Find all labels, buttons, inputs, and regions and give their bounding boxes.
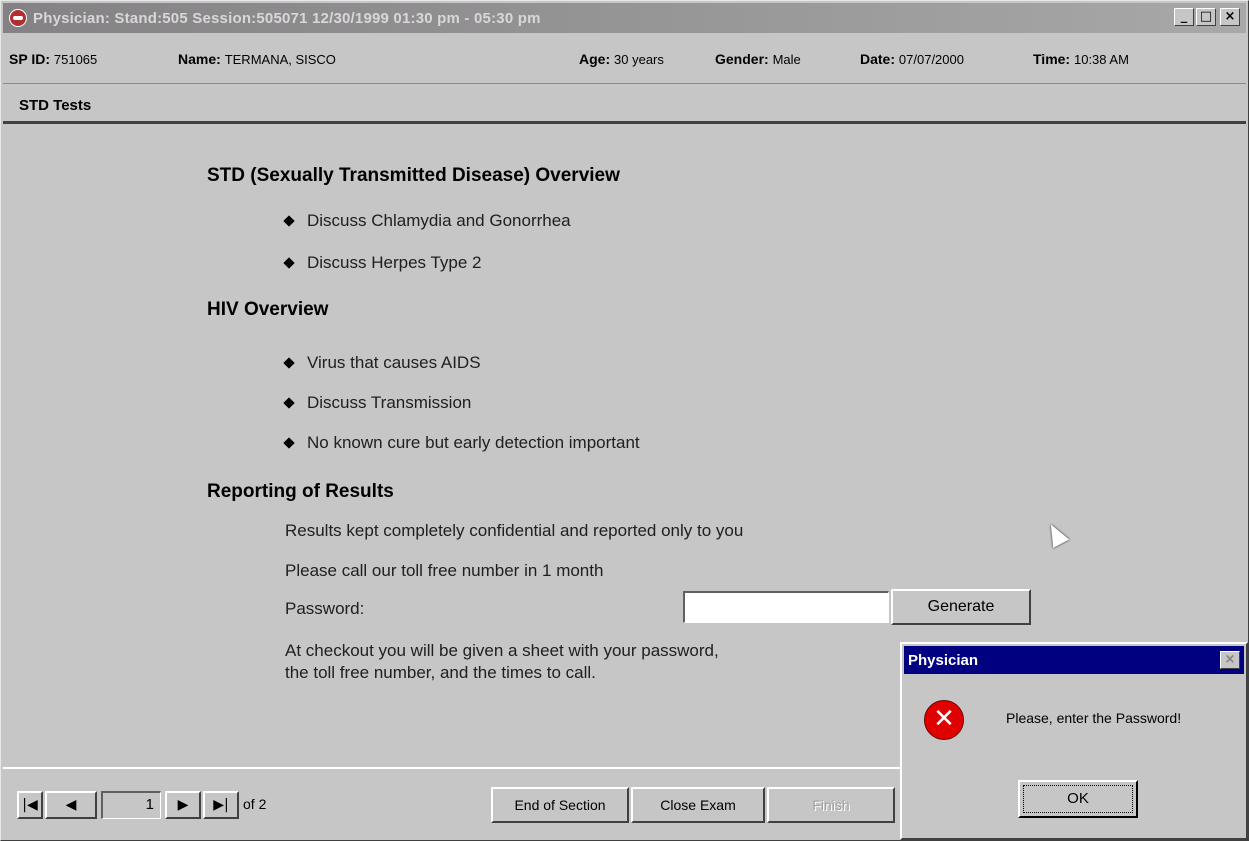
date-label: Date:	[860, 51, 896, 67]
bullet-icon	[283, 397, 295, 409]
finish-button[interactable]: Finish	[767, 787, 895, 823]
checkout-text-1: At checkout you will be given a sheet wi…	[285, 641, 719, 660]
minimize-button[interactable]: _	[1174, 8, 1194, 26]
sp-id-value: 751065	[53, 52, 98, 67]
window-controls: _ □ ×	[1174, 8, 1240, 26]
list-item-text: Discuss Chlamydia and Gonorrhea	[307, 211, 571, 230]
password-label: Password:	[285, 599, 365, 618]
page-count: of 2	[243, 796, 267, 812]
checkout-text-2: the toll free number, and the times to c…	[285, 663, 596, 682]
time-value: 10:38 AM	[1073, 52, 1129, 67]
list-item: Virus that causes AIDS	[283, 353, 481, 373]
age-label: Age:	[579, 51, 611, 67]
next-page-button[interactable]: ▶	[165, 791, 201, 819]
date-field: Date: 07/07/2000	[860, 51, 964, 67]
name-field: Name: TERMANA, SISCO	[178, 51, 336, 67]
close-exam-button[interactable]: Close Exam	[631, 787, 765, 823]
title-bar[interactable]: Physician: Stand:505 Session:505071 12/3…	[3, 3, 1246, 33]
generate-button[interactable]: Generate	[891, 589, 1031, 625]
page-number-field[interactable]: 1	[101, 791, 161, 819]
bullet-icon	[283, 357, 295, 369]
ok-button[interactable]: OK	[1018, 780, 1138, 818]
std-heading: STD (Sexually Transmitted Disease) Overv…	[207, 165, 620, 186]
list-item: Discuss Herpes Type 2	[283, 253, 482, 273]
list-item-text: Discuss Transmission	[307, 393, 472, 412]
last-page-button[interactable]: ▶|	[203, 791, 239, 819]
reporting-text-2: Please call our toll free number in 1 mo…	[285, 561, 604, 580]
maximize-button[interactable]: □	[1196, 8, 1216, 26]
time-field: Time: 10:38 AM	[1033, 51, 1129, 67]
app-icon	[9, 9, 27, 27]
section-title: STD Tests	[19, 97, 92, 114]
list-item-text: No known cure but early detection import…	[307, 433, 640, 452]
end-of-section-button[interactable]: End of Section	[491, 787, 629, 823]
list-item-text: Virus that causes AIDS	[307, 353, 481, 372]
first-page-button[interactable]: |◀	[17, 791, 43, 819]
reporting-heading: Reporting of Results	[207, 481, 394, 502]
list-item: Discuss Transmission	[283, 393, 472, 413]
bullet-icon	[283, 215, 295, 227]
time-label: Time:	[1033, 51, 1071, 67]
dialog-close-button[interactable]: ×	[1220, 651, 1240, 669]
name-label: Name:	[178, 51, 221, 67]
gender-field: Gender: Male	[715, 51, 801, 67]
age-value: 30 years	[614, 52, 664, 67]
hiv-heading: HIV Overview	[207, 299, 329, 320]
dialog-title: Physician	[908, 651, 979, 669]
gender-label: Gender:	[715, 51, 769, 67]
close-button[interactable]: ×	[1220, 8, 1240, 26]
reporting-text-1: Results kept completely confidential and…	[285, 521, 744, 540]
date-value: 07/07/2000	[898, 52, 964, 67]
sp-id-field: SP ID: 751065	[9, 51, 97, 67]
bullet-icon	[283, 257, 295, 269]
section-header: STD Tests	[3, 85, 1246, 124]
previous-page-button[interactable]: ◀	[45, 791, 97, 819]
password-input[interactable]	[683, 591, 889, 623]
dialog-title-bar[interactable]: Physician ×	[904, 646, 1244, 674]
name-value: TERMANA, SISCO	[224, 52, 336, 67]
list-item: No known cure but early detection import…	[283, 433, 640, 453]
patient-info-bar: SP ID: 751065 Name: TERMANA, SISCO Age: …	[3, 35, 1246, 84]
list-item-text: Discuss Herpes Type 2	[307, 253, 482, 272]
error-icon: ✕	[924, 700, 964, 740]
gender-value: Male	[772, 52, 801, 67]
age-field: Age: 30 years	[579, 51, 664, 67]
list-item: Discuss Chlamydia and Gonorrhea	[283, 211, 571, 231]
sp-id-label: SP ID:	[9, 51, 50, 67]
bullet-icon	[283, 437, 295, 449]
window-title: Physician: Stand:505 Session:505071 12/3…	[33, 9, 541, 27]
dialog-message: Please, enter the Password!	[1006, 710, 1182, 726]
error-dialog: Physician × ✕ Please, enter the Password…	[900, 642, 1248, 840]
